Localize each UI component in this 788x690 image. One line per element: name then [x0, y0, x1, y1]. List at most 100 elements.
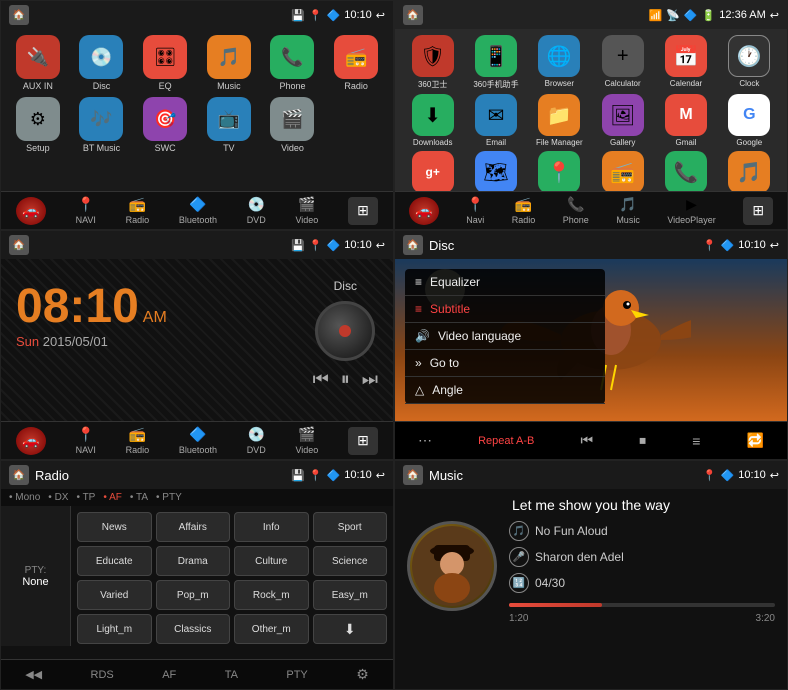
- app-gmail[interactable]: M Gmail: [656, 94, 715, 147]
- app-music[interactable]: 🎵 Music: [200, 35, 258, 91]
- radio-btn-drama[interactable]: Drama: [156, 546, 231, 576]
- disc-list[interactable]: ≡: [692, 433, 700, 449]
- p3-nav-dvd[interactable]: 💿 DVD: [247, 426, 266, 455]
- calculator-icon: +: [602, 35, 644, 77]
- android-nav-radio[interactable]: 📻 Radio: [512, 196, 536, 225]
- prev-button[interactable]: ⏮: [313, 369, 329, 390]
- android-nav-navi[interactable]: 📍 Navi: [466, 196, 484, 225]
- radio-btn-news[interactable]: News: [77, 512, 152, 542]
- app-clock[interactable]: 🕐 Clock: [720, 35, 779, 90]
- ta-btn[interactable]: TA: [225, 669, 238, 681]
- android-nav-phone[interactable]: 📞 Phone: [563, 196, 589, 225]
- app-filemanager[interactable]: 📁 File Manager: [530, 94, 589, 147]
- app-swc[interactable]: 🎯 SWC: [136, 97, 194, 153]
- app-email[interactable]: ✉ Email: [466, 94, 525, 147]
- radio-btn-classics[interactable]: Classics: [156, 614, 231, 644]
- car-nav3[interactable]: 🚗: [16, 427, 46, 455]
- car-nav-icon2[interactable]: 🚗: [409, 197, 439, 225]
- disc-visual: [315, 301, 375, 361]
- rds-btn[interactable]: RDS: [91, 669, 114, 681]
- app-video[interactable]: 🎬 Video: [264, 97, 322, 153]
- radio-btn-sport[interactable]: Sport: [313, 512, 388, 542]
- radio-btn-easym[interactable]: Easy_m: [313, 580, 388, 610]
- menu-equalizer[interactable]: ≡ Equalizer: [405, 269, 605, 296]
- radio-btn-info[interactable]: Info: [234, 512, 309, 542]
- play-pause-button[interactable]: ⏸: [341, 369, 350, 390]
- p3-nav-bt[interactable]: 🔷 Bluetooth: [179, 426, 217, 455]
- disc-repeat[interactable]: 🔁: [746, 432, 763, 449]
- menu-angle[interactable]: △ Angle: [405, 377, 605, 404]
- app-downloads[interactable]: ⬇ Downloads: [403, 94, 462, 147]
- android-nav-music[interactable]: 🎵 Music: [616, 196, 640, 225]
- app-aux-in[interactable]: 🔌 AUX IN: [9, 35, 67, 91]
- back4[interactable]: ↩: [770, 239, 779, 252]
- radio-btn-rockm[interactable]: Rock_m: [234, 580, 309, 610]
- nav-bluetooth[interactable]: 🔷 Bluetooth: [179, 196, 217, 225]
- radio-btn-lightm[interactable]: Light_m: [77, 614, 152, 644]
- car-nav-icon[interactable]: 🚗: [16, 197, 46, 225]
- video-icon: 🎬: [270, 97, 314, 141]
- grid-button2[interactable]: ⊞: [743, 197, 773, 225]
- grid-button[interactable]: ⊞: [348, 197, 378, 225]
- app-gallery[interactable]: 🖼 Gallery: [593, 94, 652, 147]
- menu-subtitle[interactable]: ≡ Subtitle: [405, 296, 605, 323]
- back-icon[interactable]: ↩: [376, 9, 385, 22]
- radio-btn-culture[interactable]: Culture: [234, 546, 309, 576]
- home-icon5[interactable]: 🏠: [9, 465, 29, 485]
- home-icon2[interactable]: 🏠: [403, 5, 423, 25]
- app-calculator[interactable]: + Calculator: [593, 35, 652, 90]
- app-bt-music[interactable]: 🎶 BT Music: [73, 97, 131, 153]
- menu-video-lang[interactable]: 🔊 Video language: [405, 323, 605, 350]
- back3[interactable]: ↩: [376, 239, 385, 252]
- pty-btn[interactable]: PTY: [286, 669, 307, 681]
- app-360[interactable]: 🛡 360卫士: [403, 35, 462, 90]
- android-nav-video[interactable]: ▶ VideoPlayer: [667, 196, 715, 225]
- radio-label: Radio: [344, 81, 368, 91]
- bluetooth-icon: 🔷: [327, 9, 341, 22]
- app-phone[interactable]: 📞 Phone: [264, 35, 322, 91]
- radio-btn-varied[interactable]: Varied: [77, 580, 152, 610]
- app-disc[interactable]: 💿 Disc: [73, 35, 131, 91]
- grid-btn3[interactable]: ⊞: [348, 427, 378, 455]
- menu-icon[interactable]: ⋯: [418, 432, 432, 449]
- radio-btn-down[interactable]: ⬇: [313, 614, 388, 644]
- radio-btn-science[interactable]: Science: [313, 546, 388, 576]
- back-icon2[interactable]: ↩: [770, 9, 779, 22]
- radio-btn-otherm[interactable]: Other_m: [234, 614, 309, 644]
- app-browser[interactable]: 🌐 Browser: [530, 35, 589, 90]
- radio-bottom-bar: ◀◀ RDS AF TA PTY ⚙: [1, 659, 393, 689]
- nav-video[interactable]: 🎬 Video: [295, 196, 318, 225]
- af-btn[interactable]: AF: [162, 669, 176, 681]
- repeat-ab-label[interactable]: Repeat A-B: [478, 435, 534, 447]
- back5[interactable]: ↩: [376, 469, 385, 482]
- p3-nav-radio[interactable]: 📻 Radio: [126, 426, 150, 455]
- home-icon4[interactable]: 🏠: [403, 235, 423, 255]
- radio-btn-affairs[interactable]: Affairs: [156, 512, 231, 542]
- app-setup[interactable]: ⚙ Setup: [9, 97, 67, 153]
- app-360helper[interactable]: 📱 360手机助手: [466, 35, 525, 90]
- volume-icon[interactable]: ◀◀: [25, 668, 42, 681]
- back6[interactable]: ↩: [770, 469, 779, 482]
- radio-btn-educate[interactable]: Educate: [77, 546, 152, 576]
- app-tv[interactable]: 📺 TV: [200, 97, 258, 153]
- home-icon6[interactable]: 🏠: [403, 465, 423, 485]
- app-eq[interactable]: 🎛 EQ: [136, 35, 194, 91]
- app-google[interactable]: G Google: [720, 94, 779, 147]
- app-radio[interactable]: 📻 Radio: [327, 35, 385, 91]
- p3-nav-navi[interactable]: 📍 NAVI: [76, 426, 96, 455]
- bt6: 🔷: [721, 469, 735, 482]
- disc-stop[interactable]: ⏹: [639, 432, 646, 449]
- next-button[interactable]: ⏭: [362, 369, 378, 390]
- p3-nav-video[interactable]: 🎬 Video: [295, 426, 318, 455]
- radio-btn-popm[interactable]: Pop_m: [156, 580, 231, 610]
- nav-navi[interactable]: 📍 NAVI: [76, 196, 96, 225]
- menu-goto[interactable]: » Go to: [405, 350, 605, 377]
- app-calendar[interactable]: 📅 Calendar: [656, 35, 715, 90]
- home-icon[interactable]: 🏠: [9, 5, 29, 25]
- home-icon3[interactable]: 🏠: [9, 235, 29, 255]
- disc-skip-back[interactable]: ⏮: [580, 432, 593, 449]
- nav-radio[interactable]: 📻 Radio: [126, 196, 150, 225]
- nav-dvd[interactable]: 💿 DVD: [247, 196, 266, 225]
- settings-btn[interactable]: ⚙: [356, 666, 369, 683]
- swc-icon: 🎯: [143, 97, 187, 141]
